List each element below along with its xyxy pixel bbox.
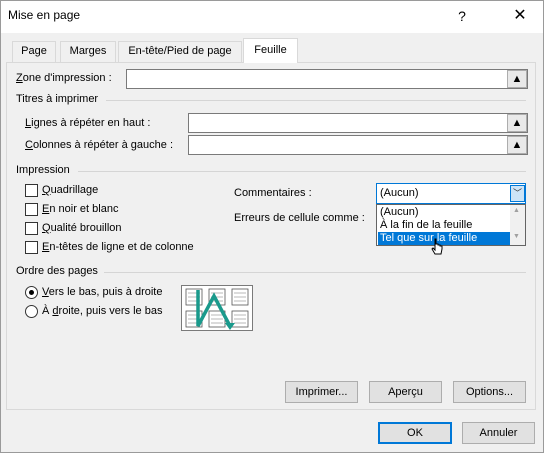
comments-value: (Aucun) [380, 187, 419, 199]
cols-repeat-label: Colonnes à répéter à gauche : [25, 139, 173, 151]
cols-repeat-input[interactable] [188, 135, 528, 155]
tab-page[interactable]: Page [12, 41, 56, 62]
rows-repeat-label: Lignes à répéter en haut : [25, 117, 151, 129]
collapse-dialog-icon[interactable]: ▲ [507, 70, 527, 88]
black-white-label: En noir et blanc [42, 203, 119, 215]
window-title: Mise en page [8, 8, 81, 22]
collapse-dialog-icon[interactable]: ▲ [507, 136, 527, 154]
divider [104, 272, 526, 273]
titles-section-label: Titres à imprimer [16, 93, 99, 105]
scroll-up-icon[interactable]: ▲ [513, 207, 520, 214]
print-area-label: Zone d'impression : [16, 72, 112, 84]
comments-select[interactable]: (Aucun) ﹀ [376, 183, 526, 204]
cancel-button[interactable]: Annuler [462, 422, 535, 444]
order-section-label: Ordre des pages [16, 265, 98, 277]
over-then-down-radio[interactable] [25, 305, 38, 318]
tab-marges[interactable]: Marges [60, 41, 116, 62]
gridlines-label: Quadrillage [42, 184, 99, 196]
print-button[interactable]: Imprimer... [285, 381, 358, 403]
over-then-down-label: À droite, puis vers le bas [42, 305, 163, 317]
down-then-over-label: Vers le bas, puis à droite [42, 286, 163, 298]
collapse-dialog-icon[interactable]: ▲ [507, 114, 527, 132]
print-section-label: Impression [16, 164, 70, 176]
preview-button[interactable]: Aperçu [369, 381, 442, 403]
headings-checkbox[interactable] [25, 241, 38, 254]
chevron-down-icon[interactable]: ﹀ [510, 185, 525, 202]
close-button[interactable]: ✕ [506, 4, 534, 28]
help-button[interactable]: ? [450, 4, 474, 28]
mouse-pointer-icon [431, 238, 443, 255]
down-then-over-radio[interactable] [25, 286, 38, 299]
black-white-checkbox[interactable] [25, 203, 38, 216]
gridlines-checkbox[interactable] [25, 184, 38, 197]
draft-quality-checkbox[interactable] [25, 222, 38, 235]
comments-dropdown-list: (Aucun) À la fin de la feuille Tel que s… [376, 204, 526, 246]
dropdown-scrollbar[interactable]: ▲ ▼ [510, 205, 525, 245]
divider [78, 171, 526, 172]
page-order-preview-icon [181, 285, 253, 331]
print-area-input[interactable] [126, 69, 528, 89]
options-button[interactable]: Options... [453, 381, 526, 403]
cell-errors-label: Erreurs de cellule comme : [234, 212, 365, 224]
dropdown-option-end-of-sheet[interactable]: À la fin de la feuille [378, 219, 510, 232]
comments-label: Commentaires : [234, 187, 312, 199]
ok-button[interactable]: OK [378, 422, 452, 444]
divider [106, 100, 526, 101]
dropdown-option-none[interactable]: (Aucun) [378, 206, 510, 219]
rows-repeat-input[interactable] [188, 113, 528, 133]
scroll-down-icon[interactable]: ▼ [513, 233, 520, 240]
draft-quality-label: Qualité brouillon [42, 222, 122, 234]
tab-en-tete-pied[interactable]: En-tête/Pied de page [118, 41, 242, 62]
tab-feuille[interactable]: Feuille [243, 38, 298, 63]
headings-label: En-têtes de ligne et de colonne [42, 241, 194, 253]
